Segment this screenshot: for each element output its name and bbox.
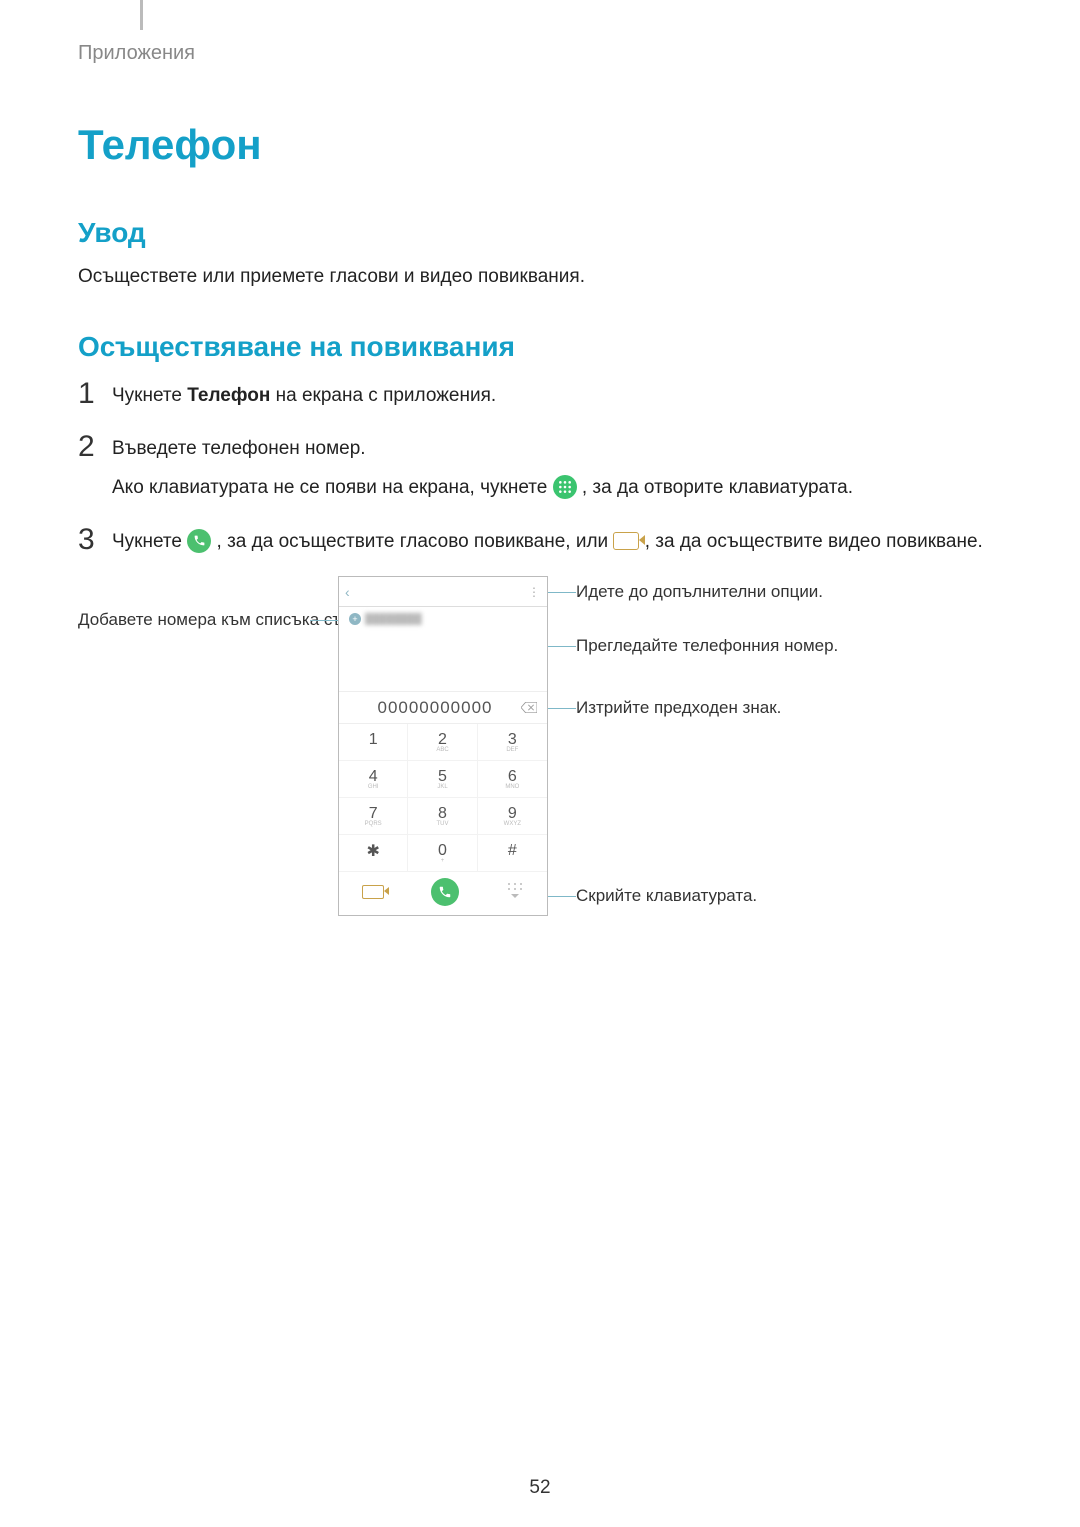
step-2b: Ако клавиатурата не се появи на екрана, … xyxy=(112,473,853,502)
key-3[interactable]: 3DEF xyxy=(478,724,547,761)
page-number: 52 xyxy=(0,1477,1080,1499)
page-title: Телефон xyxy=(78,121,1002,169)
annotation-view-number: Прегледайте телефонния номер. xyxy=(548,636,978,656)
key-6[interactable]: 6MNO xyxy=(478,761,547,798)
add-text-blur: ████████ xyxy=(365,614,422,625)
step-1: 1 Чукнете Телефон на екрана с приложения… xyxy=(78,377,1002,410)
phone-mockup: ‹ ⋮ + ████████ 00000000000 1 2ABC 3DEF 4… xyxy=(338,576,548,916)
step-body: Въведете телефонен номер. Ако клавиатура… xyxy=(112,430,853,503)
dialed-number: 00000000000 xyxy=(349,698,521,718)
video-call-icon xyxy=(613,532,639,550)
dial-keypad: 1 2ABC 3DEF 4GHI 5JKL 6MNO 7PQRS 8TUV 9W… xyxy=(339,723,547,872)
step-3: 3 Чукнете , за да осъществите гласово по… xyxy=(78,523,1002,556)
step-body: Чукнете , за да осъществите гласово пови… xyxy=(112,523,983,556)
step-1-post: на екрана с приложения. xyxy=(270,385,496,406)
key-9[interactable]: 9WXYZ xyxy=(478,798,547,835)
step-1-bold: Телефон xyxy=(187,385,270,406)
key-4[interactable]: 4GHI xyxy=(339,761,408,798)
phone-header: ‹ ⋮ xyxy=(339,577,547,607)
key-2[interactable]: 2ABC xyxy=(408,724,477,761)
key-0[interactable]: 0+ xyxy=(408,835,477,872)
call-icon xyxy=(187,529,211,553)
section-calls-heading: Осъществяване на повиквания xyxy=(78,331,1002,363)
video-call-button[interactable] xyxy=(362,885,384,899)
key-8[interactable]: 8TUV xyxy=(408,798,477,835)
more-options-icon[interactable]: ⋮ xyxy=(528,585,541,599)
key-5[interactable]: 5JKL xyxy=(408,761,477,798)
annotation-delete-digit: Изтрийте предходен знак. xyxy=(548,698,978,718)
step-2b-pre: Ако клавиатурата не се появи на екрана, … xyxy=(112,477,553,498)
annotation-more-options: Идете до допълнителни опции. xyxy=(548,582,978,602)
contact-preview-area xyxy=(339,631,547,691)
step-body: Чукнете Телефон на екрана с приложения. xyxy=(112,377,496,410)
step-1-pre: Чукнете xyxy=(112,385,187,406)
key-hash[interactable]: # xyxy=(478,835,547,872)
voice-call-button[interactable] xyxy=(431,878,459,906)
number-display-row: 00000000000 xyxy=(339,691,547,723)
phone-diagram: Добавете номера към списъка със записи. … xyxy=(78,576,1002,946)
steps-list: 1 Чукнете Телефон на екрана с приложения… xyxy=(78,377,1002,557)
key-1[interactable]: 1 xyxy=(339,724,408,761)
key-7[interactable]: 7PQRS xyxy=(339,798,408,835)
keypad-icon xyxy=(553,475,577,499)
key-star[interactable]: ✱ xyxy=(339,835,408,872)
breadcrumb: Приложения xyxy=(78,42,1002,65)
annotation-hide-keyboard: Скрийте клавиатурата. xyxy=(548,886,978,906)
section-intro-text: Осъществете или приемете гласови и видео… xyxy=(78,263,1002,291)
step-2: 2 Въведете телефонен номер. Ако клавиату… xyxy=(78,430,1002,503)
step-2a: Въведете телефонен номер. xyxy=(112,434,853,463)
hide-keyboard-button[interactable] xyxy=(506,881,524,904)
add-to-contacts-row[interactable]: + ████████ xyxy=(339,607,547,631)
step-3-mid: , за да осъществите гласово повикване, и… xyxy=(217,531,614,552)
section-intro-heading: Увод xyxy=(78,217,1002,249)
backspace-icon[interactable] xyxy=(521,702,537,713)
step-3-pre: Чукнете xyxy=(112,531,187,552)
step-3-post: , за да осъществите видео повикване. xyxy=(645,531,983,552)
step-number: 2 xyxy=(78,430,112,463)
phone-action-row xyxy=(339,872,547,912)
step-number: 1 xyxy=(78,377,112,410)
step-number: 3 xyxy=(78,523,112,556)
plus-icon: + xyxy=(349,613,361,625)
step-2b-post: , за да отворите клавиатурата. xyxy=(582,477,853,498)
annotation-add-to-contacts: Добавете номера към списъка със записи. xyxy=(78,610,338,630)
back-icon[interactable]: ‹ xyxy=(345,584,350,600)
